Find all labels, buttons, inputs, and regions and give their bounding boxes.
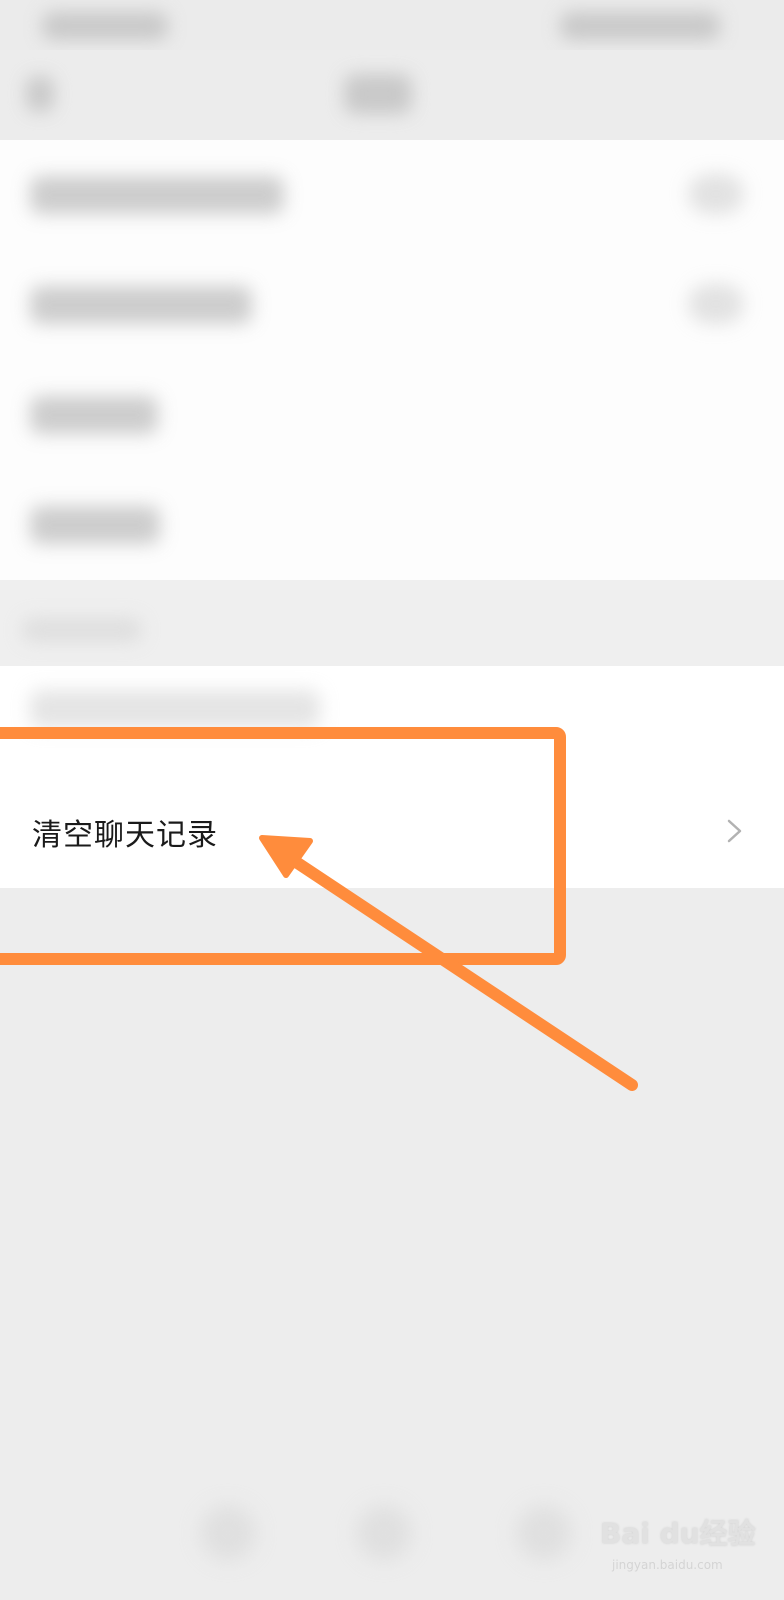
- pointer-arrow-shaft: [284, 852, 638, 1091]
- list-item-label-blurred: [30, 396, 158, 434]
- page-title-blurred: [344, 74, 412, 114]
- clear-chat-history-label: 清空聊天记录: [32, 818, 218, 853]
- status-time-blurred: [42, 12, 168, 40]
- back-icon[interactable]: [26, 76, 54, 112]
- list-item-label-blurred: [30, 690, 320, 728]
- settings-group-1: [0, 140, 784, 580]
- list-item-label-blurred: [30, 286, 252, 324]
- bottom-nav-icon[interactable]: [200, 1505, 256, 1561]
- list-item[interactable]: [0, 470, 784, 580]
- toggle-switch[interactable]: [688, 174, 744, 214]
- status-icons-blurred: [560, 12, 720, 40]
- list-item[interactable]: [0, 250, 784, 360]
- nav-bar: [0, 50, 784, 140]
- list-item-label-blurred: [30, 506, 160, 544]
- status-bar: [0, 0, 784, 50]
- list-item[interactable]: [0, 666, 784, 776]
- section-header-blurred: [22, 618, 142, 642]
- list-item[interactable]: [0, 140, 784, 250]
- chevron-right-icon: [727, 819, 742, 843]
- watermark-brand: Bai du经验: [600, 1517, 756, 1550]
- list-item-label-blurred: [30, 176, 284, 214]
- bottom-nav-icon[interactable]: [356, 1505, 412, 1561]
- watermark-url: jingyan.baidu.com: [612, 1558, 723, 1572]
- baidu-jingyan-watermark: Bai du经验 jingyan.baidu.com: [600, 1512, 770, 1592]
- clear-chat-history-row[interactable]: 清空聊天记录: [0, 777, 784, 888]
- list-item[interactable]: [0, 360, 784, 470]
- bottom-nav-icon[interactable]: [516, 1505, 572, 1561]
- toggle-switch[interactable]: [688, 284, 744, 324]
